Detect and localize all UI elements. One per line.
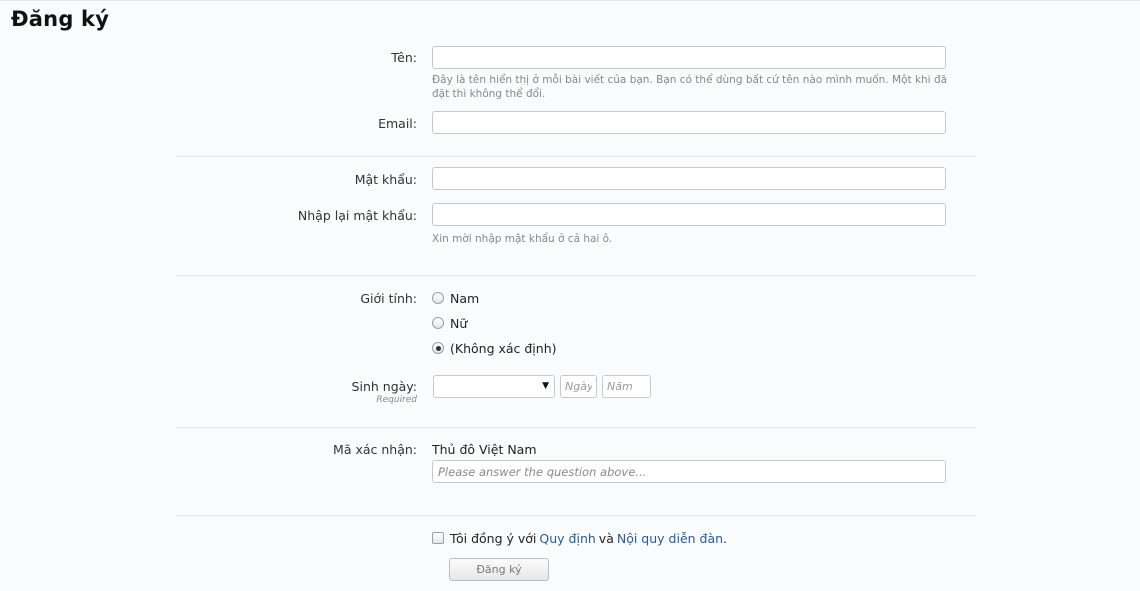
gender-label: Giới tính: — [360, 291, 417, 306]
gender-option-label: (Không xác định) — [450, 340, 557, 356]
birthday-label: Sinh ngày: — [351, 379, 417, 394]
birthday-month-select[interactable]: ▼ — [433, 375, 555, 398]
rules-link[interactable]: Quy định — [539, 531, 595, 546]
name-input[interactable] — [432, 46, 946, 69]
agree-terms-row: Tôi đồng ý với Quy định và Nội quy diễn … — [432, 530, 727, 546]
password-input[interactable] — [432, 167, 946, 190]
password-confirm-input[interactable] — [432, 203, 946, 226]
section-divider — [176, 515, 976, 516]
agree-text: Tôi đồng ý với — [450, 530, 537, 546]
email-label: Email: — [378, 116, 417, 131]
birthday-year-input[interactable] — [602, 375, 651, 398]
email-input[interactable] — [432, 111, 946, 134]
page-title: Đăng ký — [11, 7, 110, 31]
forum-rules-link[interactable]: Nội quy diễn đàn — [617, 531, 723, 546]
radio-button[interactable] — [432, 317, 444, 329]
birthday-required-note: Required — [376, 395, 417, 405]
password-hint: Xin mời nhập mật khẩu ở cả hai ô. — [432, 233, 613, 245]
agree-checkbox[interactable] — [432, 532, 444, 544]
gender-option-label: Nữ — [450, 315, 468, 331]
captcha-answer-input[interactable] — [432, 460, 946, 483]
caret-down-icon: ▼ — [542, 381, 549, 391]
radio-button[interactable] — [432, 292, 444, 304]
password-confirm-label: Nhập lại mật khẩu: — [297, 208, 417, 223]
name-label: Tên: — [391, 50, 417, 65]
password-label: Mật khẩu: — [354, 172, 417, 187]
agree-conjunction: và — [598, 530, 614, 546]
section-divider — [176, 156, 976, 157]
gender-option-female[interactable]: Nữ — [432, 315, 467, 331]
gender-option-unspecified[interactable]: (Không xác định) — [432, 340, 557, 356]
section-divider — [176, 427, 976, 428]
radio-button-checked[interactable] — [432, 342, 444, 354]
captcha-label: Mã xác nhận: — [333, 442, 417, 457]
birthday-day-input[interactable] — [560, 375, 597, 398]
agree-suffix: . — [723, 530, 728, 546]
section-divider — [176, 275, 976, 276]
gender-option-male[interactable]: Nam — [432, 290, 479, 306]
gender-option-label: Nam — [450, 290, 480, 306]
captcha-question: Thủ đô Việt Nam — [432, 442, 537, 457]
register-button[interactable]: Đăng ký — [449, 558, 549, 581]
name-hint: Đây là tên hiển thị ở mỗi bài viết của b… — [432, 74, 948, 100]
